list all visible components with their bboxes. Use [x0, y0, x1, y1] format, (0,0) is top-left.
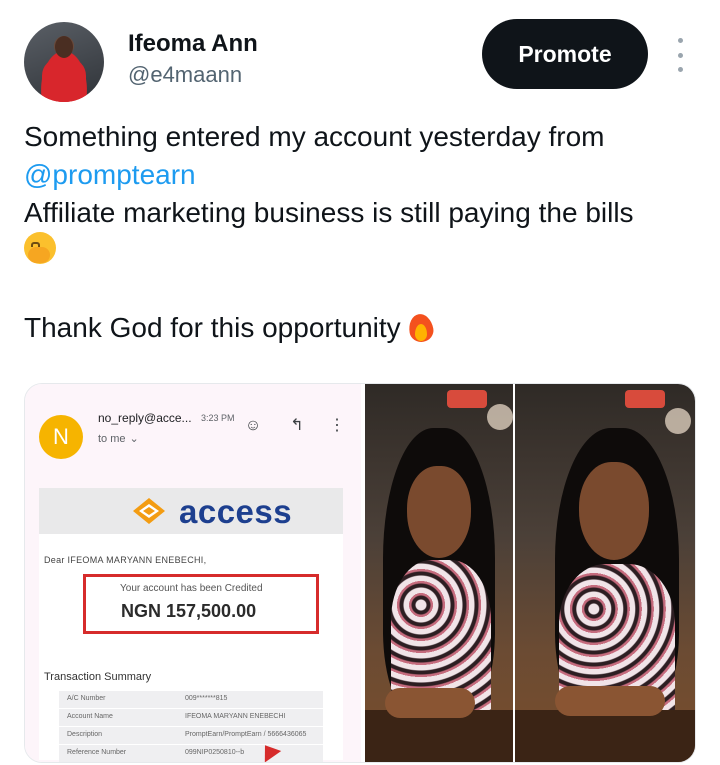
table-row: Description PromptEarn/PromptEarn / 5666… — [59, 727, 323, 745]
fire-emoji — [408, 308, 434, 342]
tweet-media-grid: N no_reply@acce... 3:23 PM to me ⌄ ☺ ↰ ⋮ … — [24, 383, 696, 763]
email-body: access Dear IFEOMA MARYANN ENEBECHI, You… — [39, 488, 343, 762]
selfie-photo-2[interactable] — [515, 384, 695, 762]
row-key: Account Name — [67, 713, 113, 720]
photo-table — [515, 710, 695, 762]
avatar-body — [42, 58, 86, 102]
photo-subject-arm — [385, 688, 475, 718]
tweet-line: Affiliate marketing business is still pa… — [24, 197, 634, 228]
author-handle[interactable]: @e4maann — [128, 62, 242, 88]
tweet-line: Thank God for this opportunity — [24, 312, 401, 343]
hand-over-mouth-emoji — [24, 232, 56, 264]
email-recipient: to me ⌄ — [98, 432, 139, 445]
row-value: PromptEarn/PromptEarn / 5666436065 — [185, 731, 307, 738]
row-value: IFEOMA MARYANN ENEBECHI — [185, 713, 286, 720]
summary-title: Transaction Summary — [44, 671, 152, 683]
promote-button[interactable]: Promote — [482, 19, 648, 89]
row-key: A/C Number — [67, 695, 106, 702]
summary-table: A/C Number 009*******815 Account Name IF… — [59, 691, 323, 762]
bank-banner: access — [39, 488, 343, 534]
photo-subject-face — [579, 462, 649, 560]
row-value: 009*******815 — [185, 695, 228, 702]
photo-decor — [487, 404, 513, 430]
credit-highlight-box: Your account has been Credited NGN 157,5… — [83, 574, 319, 634]
mention-link[interactable]: @promptearn — [24, 156, 704, 194]
table-row: Reference Number 099NIP0250810--b — [59, 745, 323, 762]
tweet-line: Something entered my account yesterday f… — [24, 121, 605, 152]
reply-icon: ↰ — [290, 417, 304, 434]
photo-decor — [625, 390, 665, 408]
email-greeting: Dear IFEOMA MARYANN ENEBECHI, — [44, 555, 207, 565]
row-value: 099NIP0250810--b — [185, 749, 245, 756]
tweet-text: Something entered my account yesterday f… — [24, 118, 704, 347]
author-avatar[interactable] — [24, 22, 104, 102]
photo-subject-face — [407, 466, 471, 558]
sender-avatar: N — [39, 415, 83, 459]
row-key: Reference Number — [67, 749, 127, 756]
tweet-header: Ifeoma Ann @e4maann Promote — [0, 0, 720, 110]
table-row: A/C Number 009*******815 — [59, 691, 323, 709]
more-dot — [677, 67, 683, 72]
bank-name: access — [179, 493, 293, 530]
email-time: 3:23 PM — [201, 413, 235, 423]
chevron-down-icon: ⌄ — [129, 433, 139, 445]
photo-subject-arm — [555, 686, 665, 716]
smiley-icon: ☺ — [244, 417, 262, 434]
more-dot — [677, 38, 683, 43]
row-key: Description — [67, 731, 103, 738]
table-row: Account Name IFEOMA MARYANN ENEBECHI — [59, 709, 323, 727]
credit-amount: NGN 157,500.00 — [121, 601, 257, 621]
more-vertical-icon[interactable] — [668, 38, 692, 72]
author-name[interactable]: Ifeoma Ann — [128, 30, 258, 58]
credit-label: Your account has been Credited — [120, 583, 263, 594]
avatar-face — [55, 36, 73, 58]
access-logo-icon — [133, 498, 165, 524]
selfie-photo-1[interactable] — [365, 384, 513, 762]
more-dot — [677, 52, 683, 58]
recipient-label: to me — [98, 433, 126, 445]
email-sender: no_reply@acce... — [98, 411, 192, 425]
photo-decor — [665, 408, 691, 434]
more-vertical-icon: ⋮ — [329, 417, 345, 434]
email-screenshot-image[interactable]: N no_reply@acce... 3:23 PM to me ⌄ ☺ ↰ ⋮ … — [25, 384, 361, 762]
photo-decor — [447, 390, 487, 408]
